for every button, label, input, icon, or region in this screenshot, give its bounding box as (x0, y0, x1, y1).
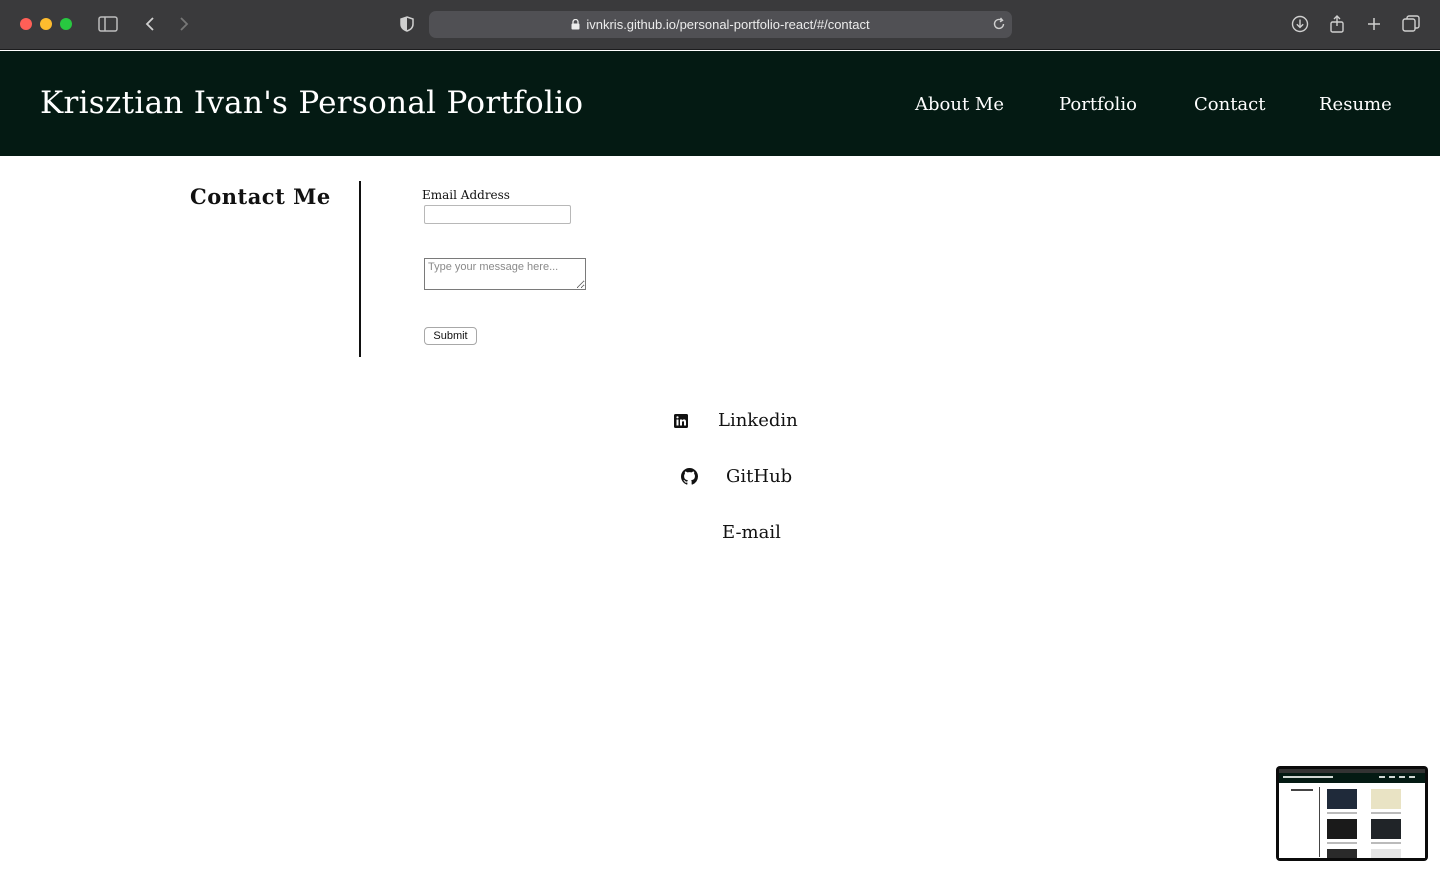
email-field[interactable] (424, 205, 571, 224)
message-textarea[interactable] (424, 258, 586, 290)
nav-portfolio[interactable]: Portfolio (1059, 94, 1137, 115)
url-text: ivnkris.github.io/personal-portfolio-rea… (586, 17, 870, 32)
nav-about-me[interactable]: About Me (915, 94, 1004, 115)
github-link[interactable]: GitHub (680, 466, 792, 487)
site-header: Krisztian Ivan's Personal Portfolio Abou… (0, 51, 1440, 156)
email-label: Email Address (422, 188, 510, 202)
new-tab-icon[interactable] (1361, 12, 1387, 36)
nav-contact[interactable]: Contact (1194, 94, 1265, 115)
share-icon[interactable] (1324, 12, 1350, 36)
site-title[interactable]: Krisztian Ivan's Personal Portfolio (40, 85, 583, 121)
email-link-label: E-mail (722, 522, 781, 543)
linkedin-icon (672, 412, 690, 430)
back-icon[interactable] (137, 12, 163, 36)
privacy-shield-icon[interactable] (394, 12, 420, 36)
linkedin-label: Linkedin (718, 410, 798, 431)
github-label: GitHub (726, 466, 793, 487)
minimize-window-button[interactable] (40, 18, 52, 30)
nav-resume[interactable]: Resume (1319, 94, 1392, 115)
email-link[interactable]: E-mail (722, 522, 781, 543)
page-preview-thumbnail[interactable] (1276, 766, 1428, 861)
close-window-button[interactable] (20, 18, 32, 30)
linkedin-link[interactable]: Linkedin (672, 410, 798, 431)
section-divider (359, 181, 361, 357)
github-icon (680, 468, 698, 486)
address-bar[interactable]: ivnkris.github.io/personal-portfolio-rea… (429, 11, 1012, 38)
sidebar-toggle-icon[interactable] (95, 12, 121, 36)
lock-icon (571, 19, 580, 30)
forward-icon[interactable] (171, 12, 197, 36)
reload-icon[interactable] (992, 17, 1006, 31)
downloads-icon[interactable] (1287, 12, 1313, 36)
tab-overview-icon[interactable] (1398, 12, 1424, 36)
submit-button[interactable]: Submit (424, 327, 477, 345)
zoom-window-button[interactable] (60, 18, 72, 30)
page-title: Contact Me (190, 184, 331, 209)
browser-toolbar: ivnkris.github.io/personal-portfolio-rea… (0, 0, 1440, 50)
